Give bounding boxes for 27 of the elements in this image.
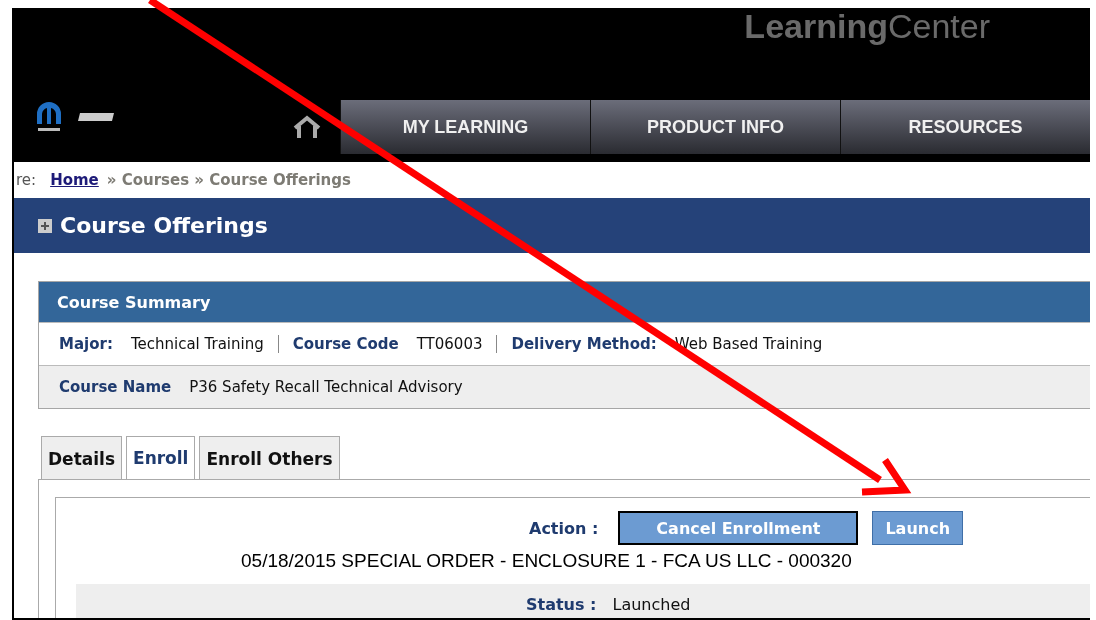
tab[interactable]: Enroll Others	[199, 436, 340, 480]
tab[interactable]: Details	[41, 436, 122, 480]
tab[interactable]: Enroll	[126, 436, 196, 480]
field-label: Course Code	[292, 335, 399, 353]
field-value: Technical Training	[130, 335, 264, 353]
footer-note: 05/18/2015 SPECIAL ORDER - ENCLOSURE 1 - FCA US LLC - 000320	[240, 550, 853, 573]
breadcrumb-label: re:	[16, 171, 37, 189]
field-label: Delivery Method:	[511, 335, 657, 353]
breadcrumb-trail: » Courses » Course Offerings	[106, 171, 351, 189]
field-value: TT06003	[416, 335, 483, 353]
expand-icon[interactable]	[38, 218, 52, 233]
field-value: P36 Safety Recall Technical Advisory	[189, 378, 463, 396]
breadcrumb-link[interactable]: Home	[50, 171, 99, 189]
nav-tab[interactable]: RESOURCES	[840, 100, 1090, 154]
brand-title: LearningCenter	[744, 10, 990, 46]
emblem-icon	[76, 112, 116, 122]
summary-header: Course Summary	[39, 282, 1090, 322]
field-label: Course Name	[59, 378, 172, 396]
nav-tab[interactable]: PRODUCT INFO	[590, 100, 840, 154]
page-title: Course Offerings	[60, 213, 268, 238]
logo-icon	[34, 100, 64, 134]
status-label: Status :	[526, 594, 597, 614]
action-label: Action :	[529, 518, 599, 538]
nav-tab[interactable]: MY LEARNING	[340, 100, 590, 154]
status-value: Launched	[612, 594, 691, 614]
field-label: Major:	[59, 335, 113, 353]
home-icon[interactable]	[292, 115, 322, 139]
